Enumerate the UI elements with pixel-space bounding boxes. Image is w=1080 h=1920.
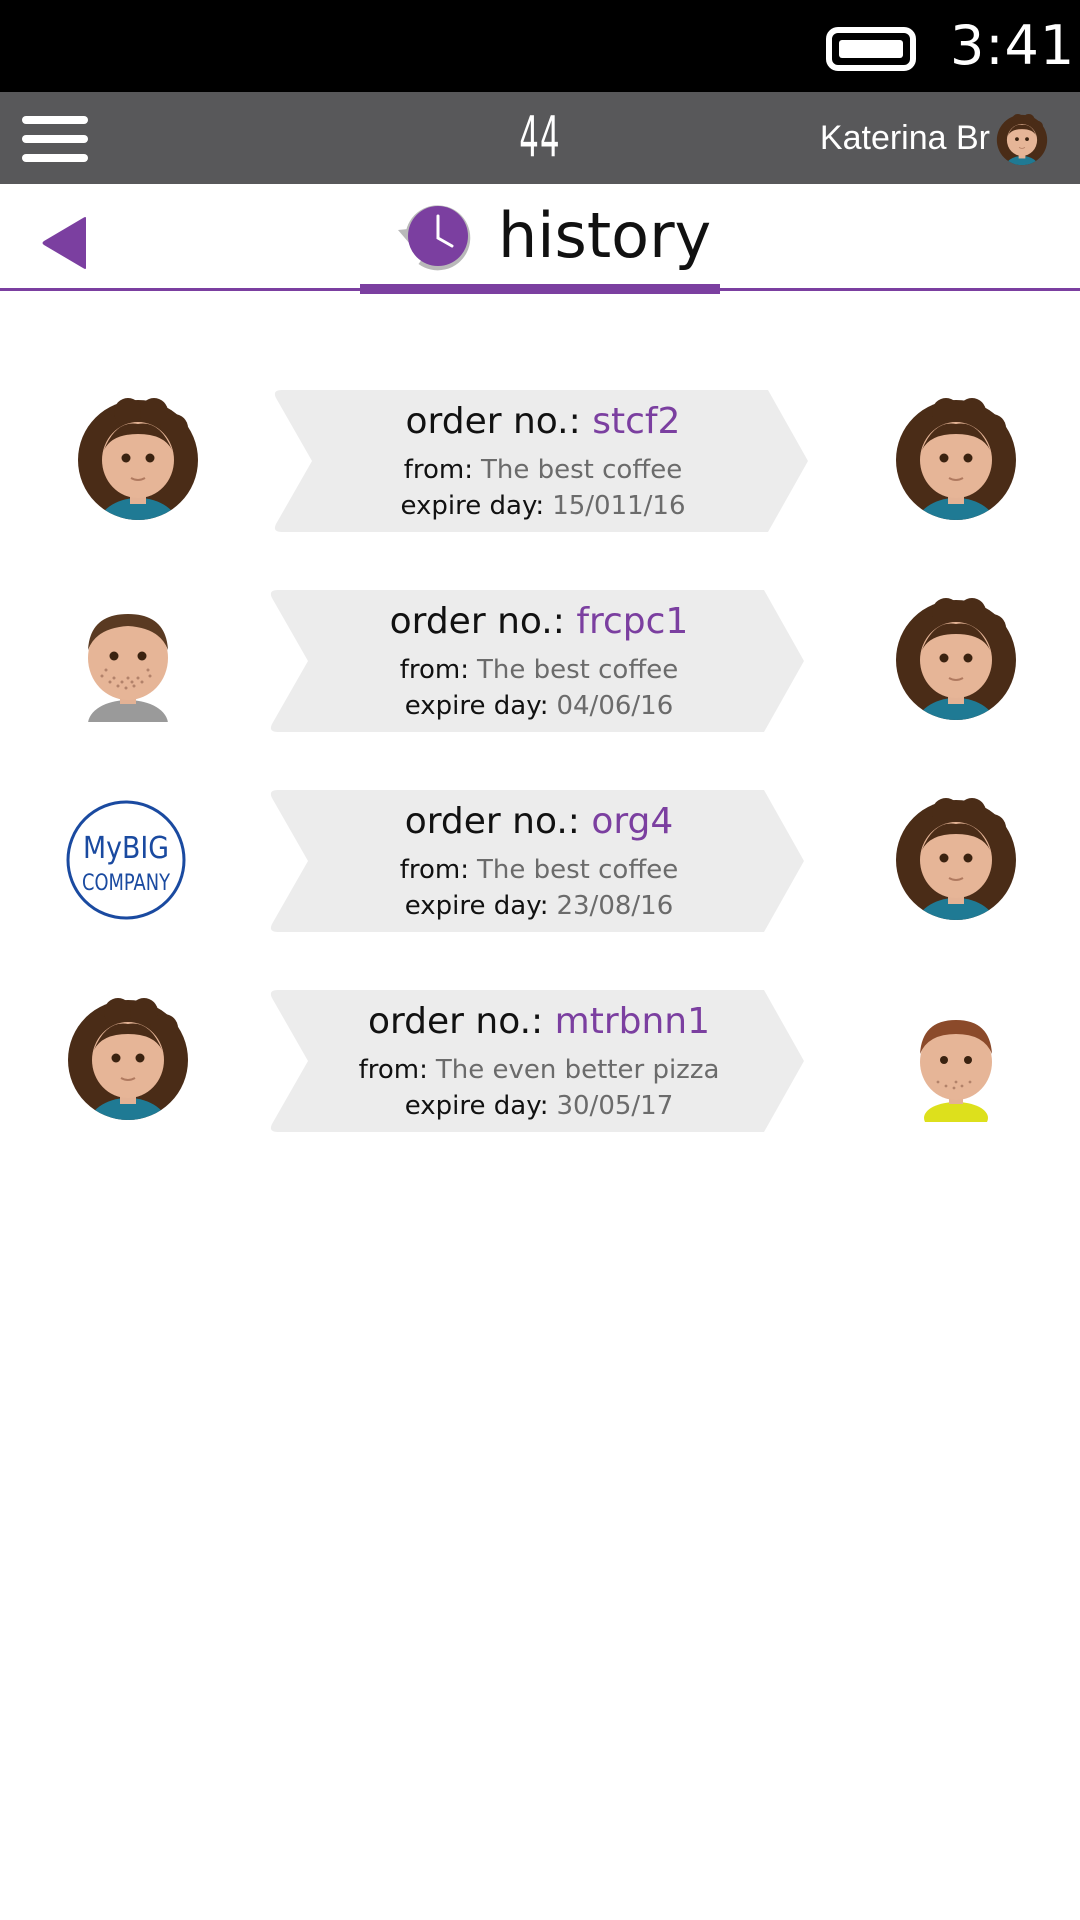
order-label: order no.: bbox=[367, 1001, 544, 1042]
order-label: order no.: bbox=[389, 601, 565, 642]
active-tab-underline bbox=[360, 284, 720, 294]
hamburger-menu-icon[interactable] bbox=[22, 116, 88, 162]
from-label: from: bbox=[358, 1055, 428, 1085]
user-name[interactable]: Katerina Br bbox=[800, 116, 990, 160]
expire-label: expire day: bbox=[404, 1091, 549, 1121]
from-label: from: bbox=[399, 855, 470, 885]
sender-avatar bbox=[66, 998, 190, 1122]
history-item: order no.: mtrbnn1 from: The even better … bbox=[0, 990, 1080, 1132]
order-ticket[interactable]: order no.: stcf2 from: The best coffee ex… bbox=[268, 390, 818, 532]
expire-value: 04/06/16 bbox=[556, 691, 674, 721]
expire-label: expire day: bbox=[404, 691, 549, 721]
status-time: 3:41 bbox=[950, 14, 1076, 77]
expire-value: 30/05/17 bbox=[556, 1091, 674, 1121]
expire-label: expire day: bbox=[400, 491, 545, 521]
battery-full-icon bbox=[826, 27, 916, 71]
expire-value: 23/08/16 bbox=[556, 891, 674, 921]
history-clock-icon bbox=[398, 205, 471, 271]
expire-label: expire day: bbox=[404, 891, 549, 921]
company-logo: MyBIG COMPANY bbox=[66, 800, 186, 920]
from-label: from: bbox=[403, 455, 474, 485]
from-label: from: bbox=[399, 655, 470, 685]
from-value: The even better pizza bbox=[435, 1055, 720, 1085]
sender-avatar bbox=[66, 598, 190, 722]
logo-line2: COMPANY bbox=[82, 871, 170, 896]
order-number: mtrbnn1 bbox=[554, 1001, 711, 1042]
order-number: frcpc1 bbox=[576, 601, 689, 642]
order-ticket[interactable]: order no.: org4 from: The best coffee exp… bbox=[264, 790, 814, 932]
order-label: order no.: bbox=[404, 801, 580, 842]
back-arrow-icon[interactable] bbox=[40, 216, 92, 270]
user-avatar[interactable] bbox=[996, 114, 1048, 166]
order-ticket[interactable]: order no.: mtrbnn1 from: The even better … bbox=[264, 990, 814, 1132]
receiver-avatar bbox=[894, 398, 1018, 522]
page-title: history bbox=[498, 199, 712, 272]
status-bar: 3:41 bbox=[0, 0, 1080, 92]
receiver-avatar bbox=[894, 998, 1018, 1122]
from-value: The best coffee bbox=[481, 455, 683, 485]
from-value: The best coffee bbox=[477, 855, 679, 885]
from-value: The best coffee bbox=[477, 655, 679, 685]
order-label: order no.: bbox=[405, 401, 581, 442]
logo-line1: MyBIG bbox=[83, 831, 169, 866]
expire-value: 15/011/16 bbox=[552, 491, 686, 521]
app-header: 44 TREATS Katerina Br bbox=[0, 92, 1080, 242]
history-item: order no.: frcpc1 from: The best coffee e… bbox=[0, 590, 1080, 732]
order-ticket[interactable]: order no.: frcpc1 from: The best coffee e… bbox=[264, 590, 814, 732]
order-number: org4 bbox=[591, 801, 674, 842]
receiver-avatar bbox=[894, 798, 1018, 922]
order-number: stcf2 bbox=[592, 401, 681, 442]
history-item: order no.: stcf2 from: The best coffee ex… bbox=[0, 390, 1080, 532]
receiver-avatar bbox=[894, 598, 1018, 722]
history-item: MyBIG COMPANY order no.: org4 from: The b… bbox=[0, 790, 1080, 932]
sender-avatar bbox=[76, 398, 200, 522]
